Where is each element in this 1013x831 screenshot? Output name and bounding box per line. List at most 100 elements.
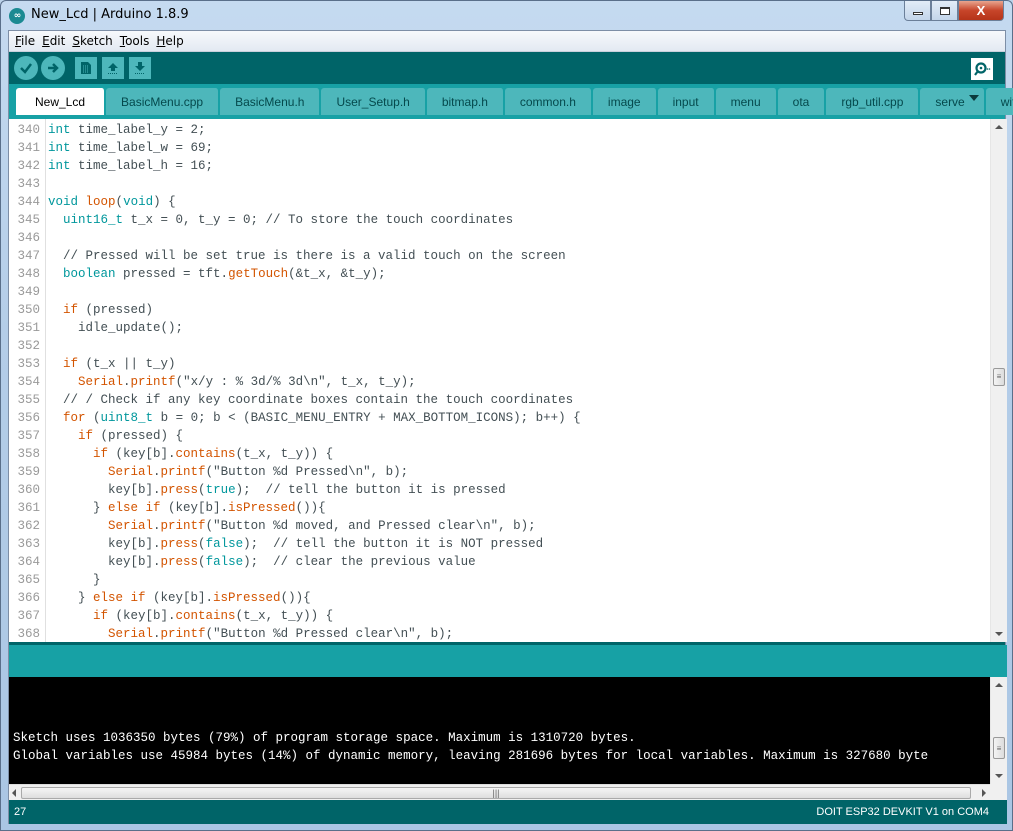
menu-edit[interactable]: Edit (39, 34, 68, 48)
function-token: Serial (108, 627, 154, 641)
function-token: Serial (108, 465, 154, 479)
scroll-down-arrow-icon[interactable] (995, 632, 1003, 636)
tab-rgb-util-cpp[interactable]: rgb_util.cpp (826, 88, 920, 115)
code-line: 354 Serial.printf("x/y : % 3d/% 3d\n", t… (9, 373, 989, 391)
line-number: 349 (17, 285, 40, 299)
console-scroll-up-icon[interactable] (995, 683, 1003, 687)
code-line: 362 Serial.printf("Button %d moved, and … (9, 517, 989, 535)
menu-tools[interactable]: Tools (117, 34, 153, 48)
code-token: ("x/y : % 3d/% 3d\n", t_x, t_y); (175, 375, 416, 389)
line-number: 364 (17, 555, 40, 569)
code-editor[interactable]: 340 int time_label_y = 2; 341 int time_labe… (9, 119, 1007, 642)
tab-basicmenu-h[interactable]: BasicMenu.h (220, 88, 321, 115)
tab-input[interactable]: input (657, 88, 715, 115)
code-token: b = 0; b < (BASIC_MENU_ENTRY + MAX_BOTTO… (153, 411, 581, 425)
code-token: ()){ (280, 591, 311, 605)
console-scroll-thumb[interactable]: ≡ (993, 737, 1005, 759)
save-button[interactable] (129, 57, 151, 79)
line-source: Serial.printf("Button %d moved, and Pres… (44, 519, 536, 533)
close-button[interactable]: X (958, 1, 1004, 21)
new-sketch-button[interactable] (75, 57, 97, 79)
editor-scroll-thumb[interactable]: ≡ (993, 367, 1005, 386)
tab-menu-button[interactable] (965, 89, 983, 106)
line-number: 341 (17, 141, 40, 155)
line-number: 366 (17, 591, 40, 605)
scroll-up-arrow-icon[interactable] (995, 125, 1003, 129)
arduino-logo-icon: ∞ (9, 8, 25, 24)
code-line: 352 (9, 337, 989, 355)
minimize-button[interactable] (904, 1, 931, 21)
line-source: key[b].press(false); // tell the button … (44, 537, 543, 551)
code-line: 346 (9, 229, 989, 247)
tab-image[interactable]: image (592, 88, 657, 115)
code-line: 357 if (pressed) { (9, 427, 989, 445)
upload-button[interactable] (41, 56, 65, 80)
function-token: press (160, 483, 199, 497)
console-hscroll-thumb[interactable]: ||| (21, 787, 971, 799)
line-number: 356 (17, 411, 40, 425)
menu-help[interactable]: Help (153, 34, 186, 48)
tab-bitmap-h[interactable]: bitmap.h (426, 88, 504, 115)
menu-bar: File Edit Sketch Tools Help (9, 31, 1005, 52)
tab-wifi[interactable]: wifi (985, 88, 1013, 115)
line-source: } (44, 573, 101, 587)
menu-label-rest: elp (165, 34, 184, 48)
function-token: press (160, 555, 199, 569)
code-token: (&t_x, &t_y); (288, 267, 386, 281)
code-token: ( (85, 411, 101, 425)
function-token: printf (160, 465, 206, 479)
line-source: key[b].press(false); // clear the previo… (44, 555, 476, 569)
function-token: if (78, 429, 94, 443)
code-token: . (153, 627, 161, 641)
line-source: if (pressed) (44, 303, 153, 317)
console-horizontal-scrollbar[interactable]: ||| (9, 784, 990, 800)
function-token: if (63, 303, 79, 317)
line-source: if (t_x || t_y) (44, 357, 176, 371)
scroll-left-arrow-icon[interactable] (12, 789, 16, 797)
code-line: 358 if (key[b].contains(t_x, t_y)) { (9, 445, 989, 463)
line-number: 358 (17, 447, 40, 461)
line-source: } else if (key[b].isPressed()){ (44, 591, 311, 605)
line-source: key[b].press(true); // tell the button i… (44, 483, 506, 497)
line-number: 344 (17, 195, 40, 209)
maximize-button[interactable] (931, 1, 958, 21)
cursor-line-number: 27 (14, 806, 27, 818)
open-button[interactable] (102, 57, 124, 79)
console-scroll-down-icon[interactable] (995, 774, 1003, 778)
editor-vertical-scrollbar[interactable]: ≡ (990, 119, 1007, 642)
code-token: ("Button %d Pressed clear\n", b); (205, 627, 454, 641)
function-token: else if (93, 591, 146, 605)
tab-new-lcd[interactable]: New_Lcd (16, 88, 106, 115)
menu-sketch[interactable]: Sketch (69, 34, 115, 48)
scroll-right-arrow-icon[interactable] (982, 789, 986, 797)
serial-monitor-button[interactable] (971, 58, 993, 80)
function-token: contains (175, 609, 236, 623)
code-line: 348 boolean pressed = tft.getTouch(&t_x,… (9, 265, 989, 283)
menu-file[interactable]: File (12, 34, 38, 48)
verify-button[interactable] (14, 56, 38, 80)
line-source: if (key[b].contains(t_x, t_y)) { (44, 609, 333, 623)
code-token: (t_x, t_y)) { (235, 447, 334, 461)
code-line: 368 Serial.printf("Button %d Pressed cle… (9, 625, 989, 643)
function-token: isPressed (228, 501, 296, 515)
tab-basicmenu-cpp[interactable]: BasicMenu.cpp (106, 88, 220, 115)
console-output[interactable]: Sketch uses 1036350 bytes (79%) of progr… (9, 677, 1007, 800)
keyword-token: false (205, 537, 244, 551)
tab-ota[interactable]: ota (777, 88, 826, 115)
function-token: printf (130, 375, 176, 389)
console-text: Sketch uses 1036350 bytes (79%) of progr… (13, 729, 928, 765)
function-token: for (63, 411, 86, 425)
line-number: 352 (17, 339, 40, 353)
tab-menu[interactable]: menu (715, 88, 777, 115)
code-line: 341 int time_label_w = 69; (9, 139, 989, 157)
code-token: ()){ (295, 501, 326, 515)
console-vertical-scrollbar[interactable]: ≡ (990, 677, 1007, 784)
keyword-token: boolean (63, 267, 116, 281)
tab-user-setup-h[interactable]: User_Setup.h (321, 88, 426, 115)
line-source: if (pressed) { (44, 429, 183, 443)
title-bar[interactable]: ∞ New_Lcd | Arduino 1.8.9 X (1, 1, 1012, 30)
tab-common-h[interactable]: common.h (504, 88, 592, 115)
